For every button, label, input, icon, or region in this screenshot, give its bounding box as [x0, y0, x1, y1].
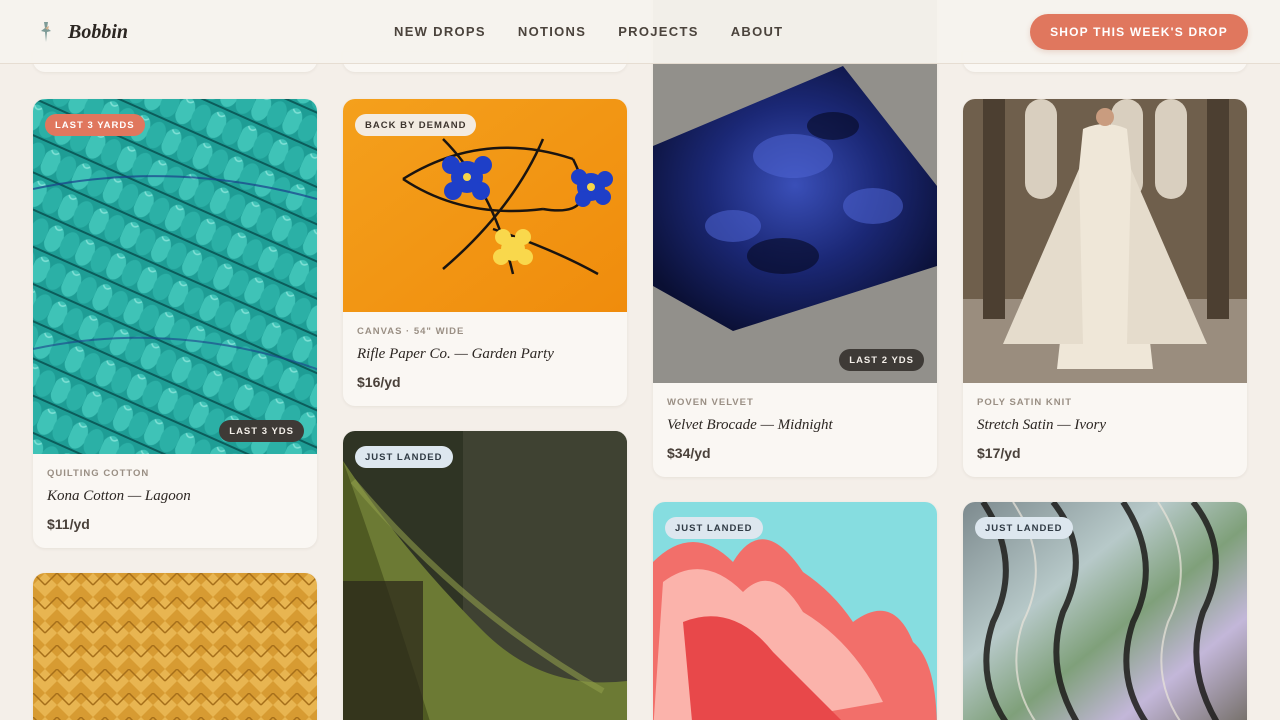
- product-image-coral-ruffle[interactable]: JUST LANDED: [653, 502, 937, 720]
- product-title[interactable]: Kona Cotton — Lagoon: [47, 488, 303, 505]
- product-price: $11/yd: [47, 516, 90, 532]
- product-card[interactable]: [33, 573, 317, 720]
- product-meta: QUILTING COTTON: [47, 468, 150, 479]
- remaining-badge: LAST 2 YDS: [839, 349, 924, 371]
- status-badge: BACK BY DEMAND: [355, 114, 477, 136]
- teal-rope-image: [33, 99, 317, 454]
- product-card[interactable]: JUST LANDED: [653, 502, 937, 720]
- bobbin-logo-icon: [41, 22, 51, 42]
- product-price: $34/yd: [667, 445, 711, 461]
- ivory-gown-image: [963, 99, 1247, 383]
- product-card[interactable]: JUST LANDED: [343, 431, 627, 720]
- product-card[interactable]: POLY SATIN KNIT Stretch Satin — Ivory $1…: [963, 99, 1247, 477]
- shop-drop-button[interactable]: SHOP THIS WEEK'S DROP: [1030, 14, 1248, 50]
- product-image-teal-rope[interactable]: LAST 3 YARDS LAST 3 YDS: [33, 99, 317, 454]
- woven-rattan-image: [33, 573, 317, 720]
- product-card[interactable]: LAST 2 YDS WOVEN VELVET Velvet Brocade —…: [653, 0, 937, 477]
- product-title[interactable]: Rifle Paper Co. — Garden Party: [357, 346, 613, 363]
- product-meta: CANVAS · 54" WIDE: [357, 326, 465, 337]
- stock-badge: LAST 3 YARDS: [45, 114, 145, 136]
- product-image-holographic[interactable]: JUST LANDED: [963, 502, 1247, 720]
- product-title[interactable]: Velvet Brocade — Midnight: [667, 417, 923, 434]
- nav-new-drops[interactable]: NEW DROPS: [394, 24, 486, 39]
- site-header: Bobbin NEW DROPS NOTIONS PROJECTS ABOUT …: [0, 0, 1280, 64]
- product-info: WOVEN VELVET Velvet Brocade — Midnight $…: [653, 383, 937, 477]
- product-card[interactable]: BACK BY DEMAND CANVAS · 54" WIDE Rifle P…: [343, 99, 627, 406]
- product-info: CANVAS · 54" WIDE Rifle Paper Co. — Gard…: [343, 312, 627, 406]
- product-image-floral-canvas[interactable]: BACK BY DEMAND: [343, 99, 627, 312]
- product-title[interactable]: Stretch Satin — Ivory: [977, 417, 1233, 434]
- nav-projects[interactable]: PROJECTS: [618, 24, 698, 39]
- olive-draped-image: [343, 431, 627, 720]
- brand-name: Bobbin: [68, 20, 129, 43]
- remaining-badge: LAST 3 YDS: [219, 420, 304, 442]
- status-badge: JUST LANDED: [665, 517, 763, 539]
- product-price: $17/yd: [977, 445, 1021, 461]
- product-image-satin[interactable]: [963, 99, 1247, 383]
- product-image-olive-draped[interactable]: JUST LANDED: [343, 431, 627, 720]
- status-badge: JUST LANDED: [975, 517, 1073, 539]
- product-image-rattan[interactable]: [33, 573, 317, 720]
- product-card[interactable]: LAST 3 YARDS LAST 3 YDS QUILTING COTTON …: [33, 99, 317, 548]
- product-meta: POLY SATIN KNIT: [977, 397, 1073, 408]
- main-nav: NEW DROPS NOTIONS PROJECTS ABOUT: [394, 24, 783, 39]
- product-price: $16/yd: [357, 374, 401, 390]
- product-info: QUILTING COTTON Kona Cotton — Lagoon $11…: [33, 454, 317, 548]
- brand-logo[interactable]: Bobbin: [36, 18, 128, 46]
- product-info: POLY SATIN KNIT Stretch Satin — Ivory $1…: [963, 383, 1247, 477]
- product-meta: WOVEN VELVET: [667, 397, 754, 408]
- status-badge: JUST LANDED: [355, 446, 453, 468]
- nav-about[interactable]: ABOUT: [731, 24, 784, 39]
- nav-notions[interactable]: NOTIONS: [518, 24, 586, 39]
- product-card[interactable]: JUST LANDED: [963, 502, 1247, 720]
